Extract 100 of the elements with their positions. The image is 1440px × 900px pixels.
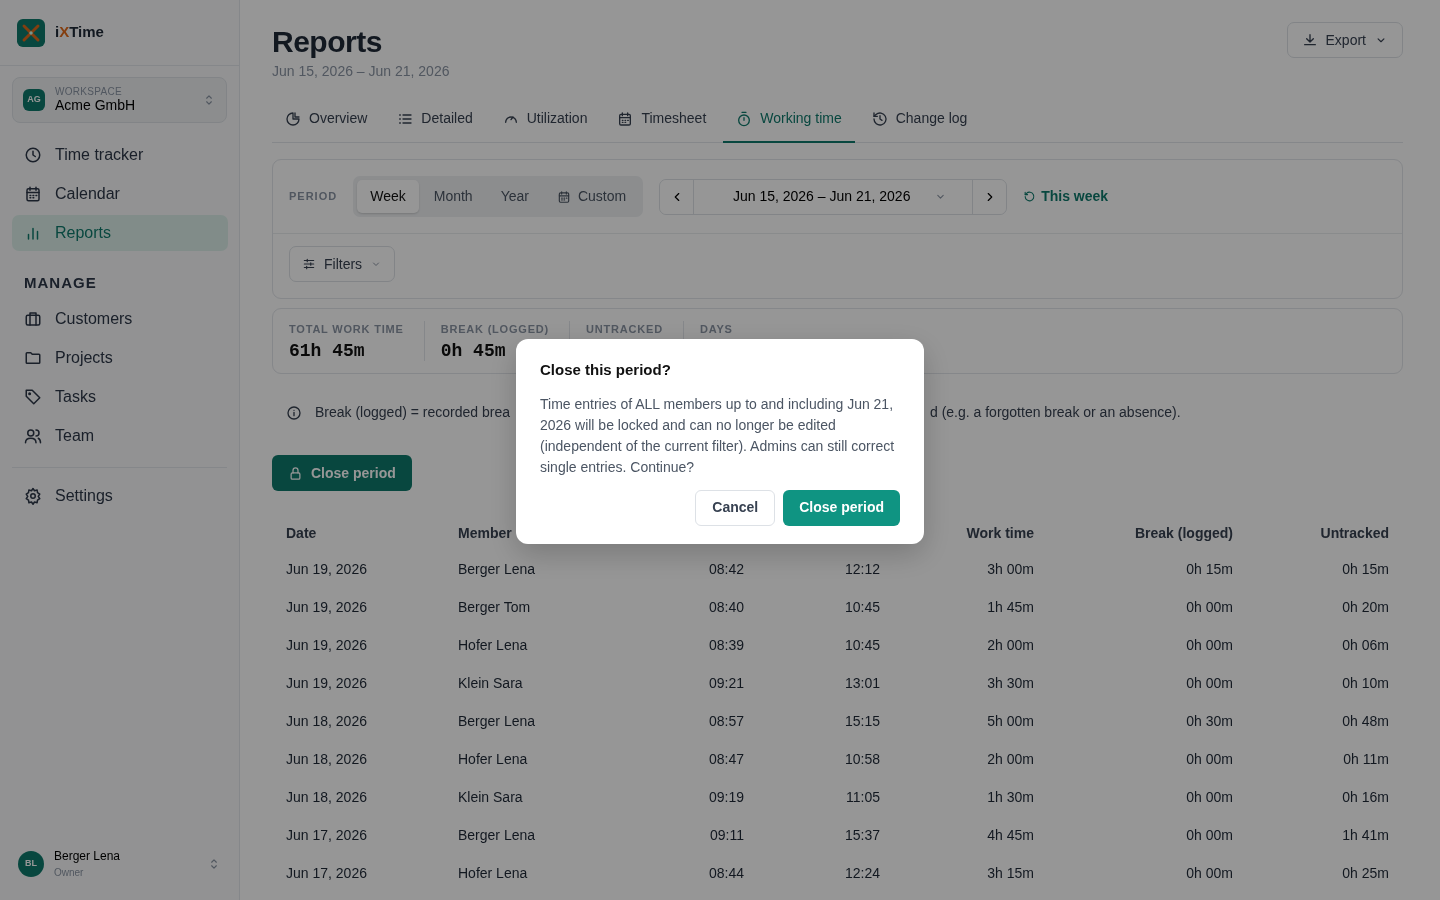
- table-cell-text: 1h 41m: [1341, 825, 1390, 845]
- table-cell-text: 12:24: [843, 863, 881, 883]
- table-cell-text: 10:58: [843, 749, 881, 769]
- dialog-title: Close this period?: [540, 360, 672, 380]
- period-option[interactable]: Month: [420, 180, 486, 213]
- table-cell-text: 10:45: [843, 597, 881, 617]
- download-icon: [1301, 32, 1318, 48]
- table-cell-text: 0h 00m: [1185, 673, 1234, 693]
- table-cell-text: 0h 00m: [1185, 787, 1234, 807]
- table-cell-text: Jun 19, 2026: [285, 635, 368, 655]
- table-cell-text: 2h 00m: [986, 635, 1035, 655]
- cancel-button[interactable]: Cancel: [695, 489, 776, 526]
- lock-icon: [288, 465, 303, 481]
- table-cell-text: 0h 06m: [1341, 635, 1390, 655]
- tag-icon: [24, 387, 42, 406]
- pie-chart-icon: [285, 110, 301, 127]
- settings-icon: [24, 486, 42, 505]
- table-cell-text: 08:57: [707, 711, 745, 731]
- info-text: d (e.g. a forgotten break or an absence).: [929, 403, 1181, 422]
- confirm-button[interactable]: Close period: [783, 489, 900, 526]
- table-cell-text: 0h 16m: [1341, 787, 1390, 807]
- workspace-label: WORKSPACE: [55, 86, 123, 97]
- sidebar-item[interactable]: Customers: [12, 300, 228, 337]
- calendar-icon: [556, 189, 571, 204]
- workspace-switcher[interactable]: AG WORKSPACE Acme GmbH: [12, 77, 227, 123]
- report-tab[interactable]: Timesheet: [604, 100, 720, 143]
- report-tab[interactable]: Overview: [272, 100, 381, 143]
- table-cell-text: Jun 19, 2026: [285, 559, 368, 579]
- this-week-link[interactable]: This week: [1023, 186, 1109, 207]
- sliders-icon: [302, 257, 316, 271]
- table-cell-text: 3h 15m: [986, 863, 1035, 883]
- table-cell-text: 13:01: [843, 673, 881, 693]
- sidebar-item[interactable]: Projects: [12, 339, 228, 376]
- table-cell-text: 3h 00m: [986, 559, 1035, 579]
- info-icon: [286, 404, 302, 421]
- period-option[interactable]: Week: [357, 180, 419, 213]
- table-cell-text: 0h 00m: [1185, 825, 1234, 845]
- sidebar-item[interactable]: Settings: [12, 477, 228, 514]
- table-cell-text: 0h 25m: [1341, 863, 1390, 883]
- sidebar-item[interactable]: Team: [12, 417, 228, 454]
- close-period-button[interactable]: Close period: [272, 455, 412, 491]
- logo-icon: [17, 18, 45, 47]
- sidebar-item[interactable]: Time tracker: [12, 137, 228, 173]
- people-icon: [24, 426, 42, 445]
- sidebar-item[interactable]: Reports: [12, 215, 228, 251]
- filters-button[interactable]: Filters: [289, 246, 396, 282]
- table-cell-text: 08:47: [707, 749, 745, 769]
- workspace-name: Acme GmbH: [55, 96, 137, 114]
- column-header: Member: [457, 523, 513, 543]
- user-avatar: BL: [18, 850, 44, 877]
- table-cell-text: 0h 00m: [1185, 635, 1234, 655]
- table-cell-text: 0h 11m: [1342, 749, 1390, 769]
- table-cell-text: 09:11: [709, 825, 745, 845]
- stat-label: TOTAL WORK TIME: [289, 322, 404, 337]
- export-button[interactable]: Export: [1286, 22, 1403, 58]
- stopwatch-icon: [736, 110, 753, 127]
- table-cell-text: 3h 30m: [986, 673, 1035, 693]
- table-cell-text: Berger Lena: [457, 711, 537, 731]
- briefcase-icon: [24, 309, 42, 328]
- report-tab[interactable]: Utilization: [489, 100, 601, 143]
- table-cell-text: 0h 20m: [1341, 597, 1390, 617]
- table-cell-text: Berger Lena: [457, 559, 537, 579]
- table-cell-text: 0h 15m: [1185, 559, 1234, 579]
- date-range-dropdown[interactable]: Jun 15, 2026 – Jun 21, 2026: [693, 179, 974, 214]
- column-header: Date: [285, 523, 318, 543]
- period-option[interactable]: Year: [487, 180, 542, 213]
- user-name: Berger Lena: [54, 848, 122, 865]
- table-cell-text: 08:39: [707, 635, 745, 655]
- stat-value: 0h 45m: [440, 339, 507, 363]
- table-cell-text: Berger Tom: [457, 597, 532, 617]
- table-cell-text: 5h 00m: [986, 711, 1035, 731]
- table-cell-text: 12:12: [843, 559, 881, 579]
- period-label: PERIOD: [289, 189, 338, 205]
- table-cell-text: 10:45: [843, 635, 881, 655]
- table-cell-text: 2h 00m: [986, 749, 1035, 769]
- table-cell-text: Berger Lena: [457, 825, 537, 845]
- report-tab[interactable]: Detailed: [384, 100, 486, 143]
- column-header: Break (logged): [1134, 523, 1234, 543]
- page-title: Reports: [272, 24, 383, 60]
- table-cell-text: Hofer Lena: [457, 635, 529, 655]
- table-cell-text: 0h 00m: [1185, 597, 1234, 617]
- table-cell-text: 15:15: [843, 711, 881, 731]
- table-cell-text: Jun 17, 2026: [285, 863, 368, 883]
- report-tab[interactable]: Change log: [858, 100, 981, 143]
- column-header: Untracked: [1319, 523, 1390, 543]
- clock-icon: [24, 146, 42, 164]
- workspace-avatar: AG: [23, 89, 45, 111]
- table-cell-text: 15:37: [843, 825, 881, 845]
- stat-label: UNTRACKED: [586, 322, 663, 337]
- table-cell-text: Jun 19, 2026: [285, 673, 368, 693]
- user-menu[interactable]: BL Berger Lena Owner: [0, 847, 239, 900]
- column-header: Work time: [965, 523, 1035, 543]
- period-option[interactable]: Custom: [543, 180, 640, 213]
- table-cell-text: Jun 18, 2026: [285, 749, 368, 769]
- table-cell-text: 0h 15m: [1341, 559, 1390, 579]
- reset-icon: [1023, 190, 1037, 203]
- sidebar-item[interactable]: Tasks: [12, 378, 228, 415]
- stat-label: BREAK (LOGGED): [440, 322, 550, 337]
- sidebar-item[interactable]: Calendar: [12, 176, 228, 212]
- report-tab[interactable]: Working time: [723, 100, 855, 143]
